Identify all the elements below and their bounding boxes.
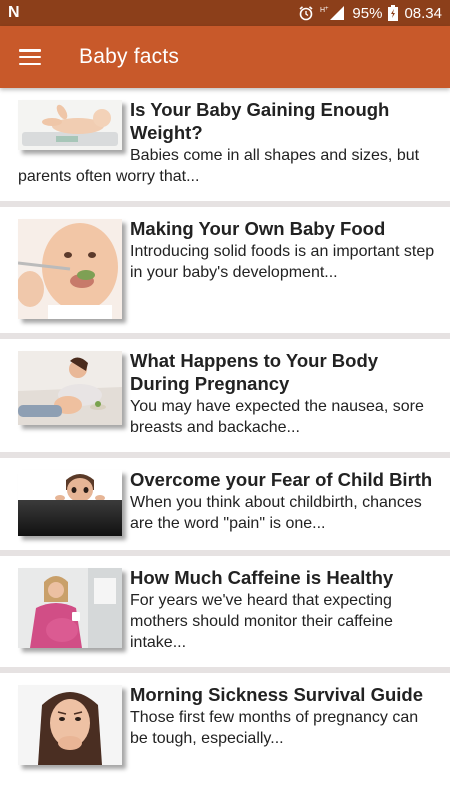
article-description: Babies come in all shapes and sizes, but… <box>18 147 420 185</box>
app-title: Baby facts <box>79 45 180 68</box>
article-card[interactable]: What Happens to Your Body During Pregnan… <box>0 333 450 452</box>
baby-eating-image <box>18 219 122 319</box>
article-card[interactable]: Overcome your Fear of Child Birth When y… <box>0 452 450 550</box>
alarm-icon <box>298 5 314 21</box>
article-list[interactable]: Is Your Baby Gaining Enough Weight? Babi… <box>0 88 450 800</box>
article-card[interactable]: Making Your Own Baby Food Introducing so… <box>0 201 450 333</box>
hamburger-menu-icon[interactable] <box>19 46 49 68</box>
svg-text:+: + <box>325 6 329 12</box>
man-peeking-image <box>18 470 122 536</box>
pregnant-woman-mug-image <box>18 568 122 648</box>
status-time: 08.34 <box>404 4 442 22</box>
battery-icon <box>388 5 399 21</box>
signal-icon: H + <box>320 5 346 21</box>
notification-app-icon: N <box>8 4 20 21</box>
app-bar: Baby facts <box>0 26 450 88</box>
status-bar: N H + 95% 08.34 <box>0 0 450 26</box>
article-card[interactable]: How Much Caffeine is Healthy For years w… <box>0 550 450 667</box>
woman-nauseous-image <box>18 685 122 765</box>
article-card[interactable]: Is Your Baby Gaining Enough Weight? Babi… <box>0 88 450 201</box>
baby-on-scale-image <box>18 100 122 150</box>
pregnant-woman-lying-image <box>18 351 122 425</box>
article-card[interactable]: Morning Sickness Survival Guide Those fi… <box>0 667 450 779</box>
battery-percent: 95% <box>352 4 383 22</box>
